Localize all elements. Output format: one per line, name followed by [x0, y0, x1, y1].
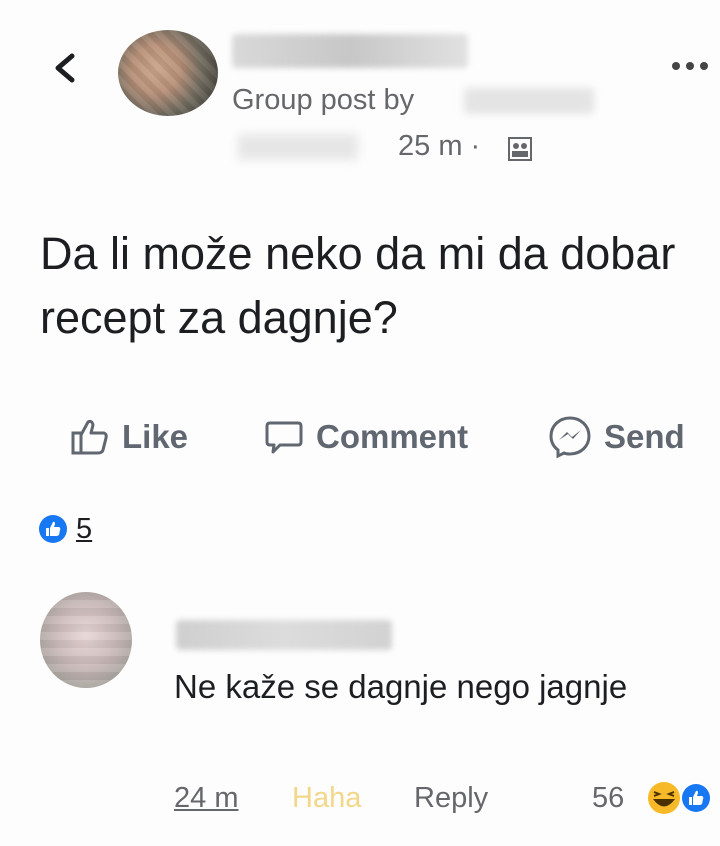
group-name-redacted [464, 88, 594, 114]
haha-icon [648, 782, 680, 814]
comment-reply-button[interactable]: Reply [414, 782, 488, 815]
author-name-redacted [232, 34, 468, 68]
like-reaction-icon [39, 515, 67, 543]
reaction-summary[interactable]: 5 [38, 512, 92, 546]
post-text: Da li može neko da mi da dobar recept za… [40, 228, 676, 343]
send-button[interactable]: Send [548, 414, 685, 460]
comment-text: Ne kaže se dagnje nego jagnje [174, 668, 628, 705]
messenger-icon [549, 416, 591, 459]
group-post-by-label: Group post by [232, 84, 415, 116]
comment-haha-reaction[interactable]: Haha [292, 782, 361, 815]
comment-time[interactable]: 24 m [174, 782, 238, 815]
author-avatar[interactable] [118, 30, 218, 116]
comment-button[interactable]: Comment [264, 414, 468, 460]
like-label: Like [122, 418, 189, 455]
comment-reaction-count[interactable]: 56 [592, 782, 624, 815]
haha-like-reaction-icons [648, 782, 712, 814]
meta-redacted [238, 134, 358, 160]
reaction-count: 5 [76, 512, 93, 545]
more-options-icon[interactable] [668, 56, 712, 76]
back-arrow-icon[interactable] [46, 48, 86, 88]
like-icon [680, 782, 712, 814]
comment-label: Comment [316, 418, 469, 455]
thumbs-up-icon [71, 419, 108, 455]
comment-bubble-icon [265, 421, 303, 454]
post-time[interactable]: 25 m · [398, 130, 480, 163]
commenter-name-redacted [176, 620, 392, 650]
group-privacy-icon [508, 137, 532, 161]
send-label: Send [604, 418, 685, 455]
like-button[interactable]: Like [70, 414, 188, 460]
commenter-avatar[interactable] [40, 592, 132, 688]
